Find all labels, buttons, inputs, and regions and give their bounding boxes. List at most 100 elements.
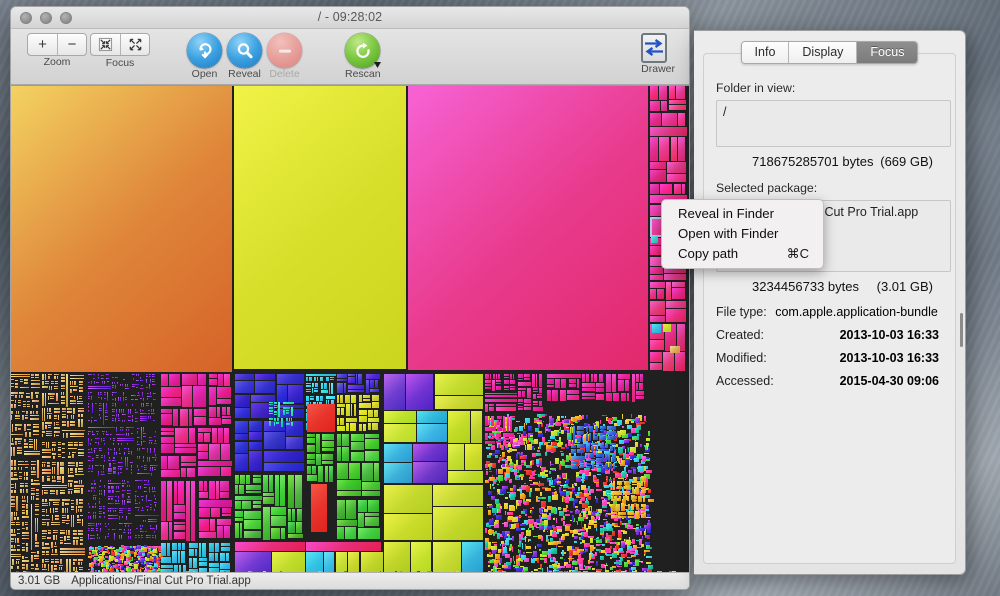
treemap-cell[interactable] <box>122 384 123 386</box>
treemap-cell[interactable] <box>675 352 685 371</box>
treemap-cell[interactable] <box>42 499 44 502</box>
treemap-cell[interactable] <box>152 457 157 458</box>
treemap-cell[interactable] <box>100 417 101 419</box>
treemap-cell[interactable] <box>119 448 120 451</box>
treemap-cell[interactable] <box>564 419 569 424</box>
treemap-cell[interactable] <box>27 401 30 402</box>
treemap-cell[interactable] <box>11 506 15 507</box>
treemap-cell[interactable] <box>235 518 243 521</box>
treemap-cell[interactable] <box>551 477 552 483</box>
treemap-cell[interactable] <box>274 414 277 415</box>
treemap-cell[interactable] <box>142 525 143 527</box>
treemap-cell[interactable] <box>582 437 583 442</box>
treemap-cell[interactable] <box>26 527 28 530</box>
treemap-cell[interactable] <box>533 404 538 405</box>
treemap-cell[interactable] <box>42 554 45 555</box>
treemap-cell[interactable] <box>11 529 13 533</box>
treemap-cell[interactable] <box>622 414 623 419</box>
treemap-cell[interactable] <box>566 447 569 450</box>
treemap-cell[interactable] <box>47 413 52 414</box>
treemap-cell[interactable] <box>138 552 142 556</box>
treemap-cell[interactable] <box>161 557 171 563</box>
treemap-cell[interactable] <box>71 515 72 527</box>
treemap-cell[interactable] <box>31 568 34 569</box>
treemap-cell[interactable] <box>174 532 185 539</box>
treemap-cell[interactable] <box>50 398 54 399</box>
treemap-cell[interactable] <box>627 496 629 501</box>
treemap-cell[interactable] <box>125 561 128 563</box>
treemap-cell[interactable] <box>433 507 483 540</box>
treemap-cell[interactable] <box>62 424 66 426</box>
treemap-cell[interactable] <box>31 552 36 553</box>
treemap-cell[interactable] <box>140 398 142 399</box>
treemap-cell[interactable] <box>60 537 63 538</box>
treemap-cell[interactable] <box>344 383 346 393</box>
treemap-cell[interactable] <box>532 374 535 387</box>
magnifier-icon[interactable] <box>227 33 262 68</box>
treemap-cell[interactable] <box>488 444 492 446</box>
treemap-cell[interactable] <box>65 503 69 505</box>
treemap-cell[interactable] <box>307 460 315 464</box>
treemap-cell[interactable] <box>18 400 21 401</box>
treemap-cell[interactable] <box>81 480 82 484</box>
treemap-cell[interactable] <box>615 571 619 572</box>
treemap-cell[interactable] <box>91 483 93 485</box>
treemap-cell[interactable] <box>71 415 72 419</box>
treemap-cell[interactable] <box>31 496 32 500</box>
treemap-cell[interactable] <box>169 522 172 540</box>
treemap-cell[interactable] <box>88 386 111 387</box>
treemap-cell[interactable] <box>607 431 616 435</box>
treemap-cell[interactable] <box>356 374 357 384</box>
treemap-cell[interactable] <box>485 528 487 533</box>
treemap-cell[interactable] <box>137 431 138 434</box>
treemap-cell[interactable] <box>108 518 118 519</box>
treemap-cell[interactable] <box>606 533 608 538</box>
treemap-cell[interactable] <box>29 432 31 437</box>
treemap-cell[interactable] <box>15 395 17 398</box>
treemap-cell[interactable] <box>549 513 551 516</box>
treemap-cell[interactable] <box>46 554 49 555</box>
treemap-cell[interactable] <box>91 420 92 423</box>
treemap-cell[interactable] <box>604 485 609 488</box>
treemap-cell[interactable] <box>596 383 604 387</box>
treemap-cell[interactable] <box>118 468 119 470</box>
treemap-cell[interactable] <box>11 404 13 408</box>
treemap-cell[interactable] <box>134 552 136 555</box>
treemap-cell[interactable] <box>150 509 152 510</box>
treemap-cell[interactable] <box>118 414 119 417</box>
treemap-cell[interactable] <box>48 425 51 426</box>
treemap-cell[interactable] <box>263 493 274 496</box>
treemap-cell[interactable] <box>149 376 151 377</box>
treemap-cell[interactable] <box>125 399 127 400</box>
treemap-cell[interactable] <box>118 500 119 502</box>
treemap-cell[interactable] <box>97 551 99 553</box>
treemap-cell[interactable] <box>173 409 178 426</box>
treemap-cell[interactable] <box>42 449 51 451</box>
treemap-cell[interactable] <box>93 374 95 375</box>
treemap-cell[interactable] <box>586 466 591 468</box>
treemap-cell[interactable] <box>88 374 92 375</box>
treemap-cell[interactable] <box>31 464 36 465</box>
treemap-cell[interactable] <box>307 454 315 459</box>
treemap-cell[interactable] <box>58 444 61 445</box>
treemap-cell[interactable] <box>551 557 553 560</box>
treemap-cell[interactable] <box>509 494 510 498</box>
treemap-cell[interactable] <box>17 545 20 546</box>
treemap-cell[interactable] <box>59 565 63 566</box>
treemap-cell[interactable] <box>612 453 616 462</box>
treemap-cell[interactable] <box>62 408 66 410</box>
treemap-cell[interactable] <box>611 504 615 511</box>
treemap-cell[interactable] <box>128 529 129 531</box>
treemap-cell[interactable] <box>217 526 223 538</box>
treemap-cell[interactable] <box>337 520 357 526</box>
treemap-cell[interactable] <box>23 404 26 405</box>
treemap-cell[interactable] <box>120 427 124 428</box>
treemap-cell[interactable] <box>80 539 83 541</box>
treemap-cell[interactable] <box>135 418 138 419</box>
treemap-cell[interactable] <box>358 374 362 384</box>
treemap-cell[interactable] <box>61 400 65 401</box>
treemap-cell[interactable] <box>540 492 541 496</box>
treemap-cell[interactable] <box>496 374 497 379</box>
treemap-cell[interactable] <box>54 546 57 547</box>
treemap-cell[interactable] <box>496 571 499 572</box>
